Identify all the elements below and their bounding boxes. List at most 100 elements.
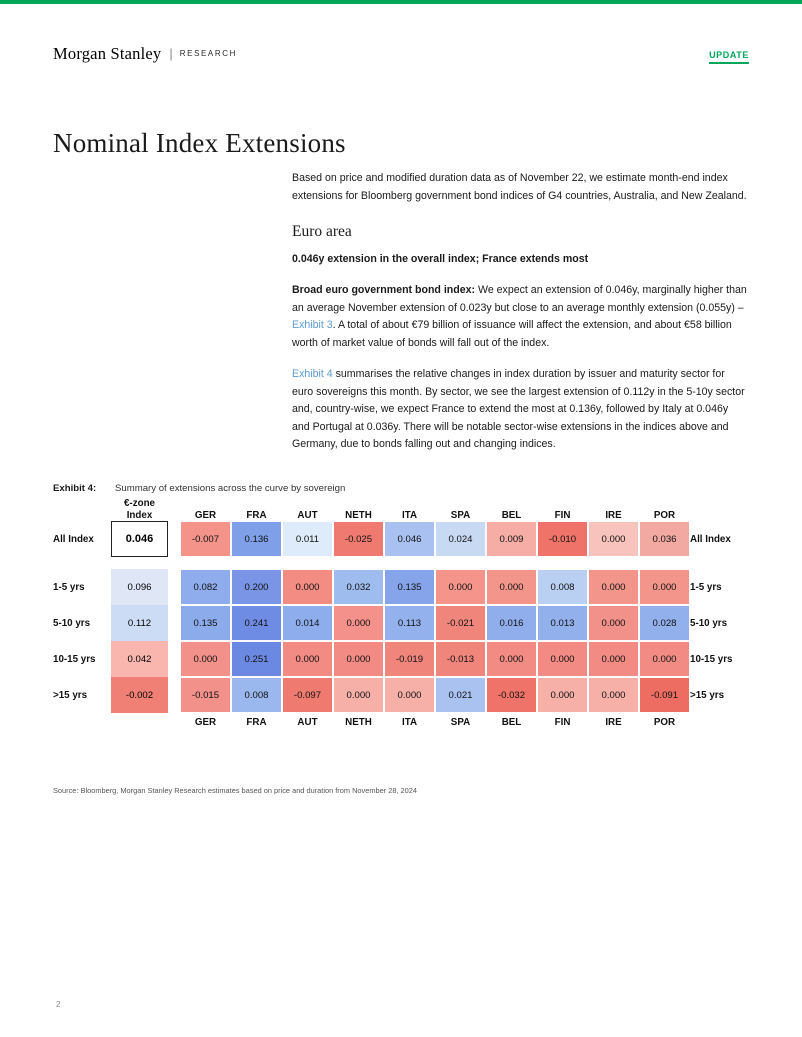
footer-col-fin: FIN [554,717,571,728]
cell-over15-fin: 0.000 [537,677,588,713]
cell-over15-neth: 0.000 [333,677,384,713]
row-gap [168,569,180,605]
footer-col-spa: SPA [450,717,471,728]
row-gap [168,605,180,641]
footer-col-fra: FRA [246,717,267,728]
ezone-header-line2: Index [126,509,153,521]
footer-corner [53,713,111,735]
col-header-ire: IRE [605,510,622,521]
row-label-right-over-15: >15 yrs [690,689,725,701]
cell-all-ger: -0.007 [180,521,231,557]
logo-separator: | [169,45,173,61]
top-accent-bar [0,0,802,4]
cell-5-10-ita: 0.113 [384,605,435,641]
row-label-right-10-15: 10-15 yrs [690,653,733,665]
footer-col-bel: BEL [501,717,522,728]
exhibit-caption-row: Exhibit 4: Summary of extensions across t… [53,483,345,494]
paragraph-lead: Broad euro government bond index: [292,284,476,296]
exhibit-3-link[interactable]: Exhibit 3 [292,319,333,331]
extensions-heatmap-table: €-zone Index GER FRA AUT NETH ITA SPA BE… [53,498,733,735]
ezone-value-5-10: 0.112 [111,605,168,641]
col-header-ita: ITA [401,510,418,521]
cell-10-15-spa: -0.013 [435,641,486,677]
cell-over15-por: -0.091 [639,677,690,713]
table-footer-row: GER FRA AUT NETH ITA SPA BEL FIN IRE POR [53,713,733,735]
row-label-all-index: All Index [53,533,94,545]
col-header-spa: SPA [450,510,471,521]
source-note: Source: Bloomberg, Morgan Stanley Resear… [53,786,417,795]
footer-col-ire: IRE [605,717,622,728]
morgan-stanley-logo: Morgan Stanley [53,44,162,63]
table-row: 1-5 yrs 0.096 0.082 0.200 0.000 0.032 0.… [53,569,733,605]
footer-gap [168,713,180,735]
footer-col-ita: ITA [401,717,418,728]
cell-all-fin: -0.010 [537,521,588,557]
document-page: Morgan Stanley | RESEARCH UPDATE Nominal I… [0,0,802,1037]
cell-all-ita: 0.046 [384,521,435,557]
cell-all-spa: 0.024 [435,521,486,557]
cell-10-15-bel: 0.000 [486,641,537,677]
cell-over15-bel: -0.032 [486,677,537,713]
ezone-index-header: €-zone Index [111,498,168,521]
cell-5-10-aut: 0.014 [282,605,333,641]
cell-5-10-por: 0.028 [639,605,690,641]
col-header-por: POR [653,510,676,521]
heatmap-table-wrap: €-zone Index GER FRA AUT NETH ITA SPA BE… [53,498,753,735]
cell-over15-ger: -0.015 [180,677,231,713]
table-header-row: €-zone Index GER FRA AUT NETH ITA SPA BE… [53,498,733,521]
update-badge: UPDATE [709,50,749,64]
ezone-value-all-index: 0.046 [111,521,168,557]
header-right-corner [690,498,733,521]
footer-col-ger: GER [194,717,217,728]
footer-right-corner [690,713,733,735]
cell-1-5-aut: 0.000 [282,569,333,605]
cell-over15-aut: -0.097 [282,677,333,713]
table-row: 10-15 yrs 0.042 0.000 0.251 0.000 0.000 … [53,641,733,677]
row-label-right-5-10: 5-10 yrs [690,617,728,629]
cell-1-5-neth: 0.032 [333,569,384,605]
ezone-value-over-15: -0.002 [111,677,168,713]
col-header-bel: BEL [501,510,522,521]
ezone-header-line1: €-zone [123,498,156,509]
cell-10-15-ger: 0.000 [180,641,231,677]
cell-5-10-fin: 0.013 [537,605,588,641]
cell-all-aut: 0.011 [282,521,333,557]
paragraph-broad-euro: Broad euro government bond index: We exp… [292,282,747,352]
cell-10-15-ire: 0.000 [588,641,639,677]
row-gap [168,641,180,677]
cell-10-15-ita: -0.019 [384,641,435,677]
section-heading-euro-area: Euro area [292,223,352,240]
page-number: 2 [56,1000,61,1009]
row-label-10-15: 10-15 yrs [53,653,96,665]
cell-5-10-bel: 0.016 [486,605,537,641]
cell-over15-ire: 0.000 [588,677,639,713]
col-header-ger: GER [194,510,217,521]
cell-1-5-ita: 0.135 [384,569,435,605]
table-row: All Index 0.046 -0.007 0.136 0.011 -0.02… [53,521,733,557]
body-column: Based on price and modified duration dat… [292,170,747,468]
col-header-fin: FIN [554,510,571,521]
cell-all-neth: -0.025 [333,521,384,557]
row-gap [168,677,180,713]
table-row: 5-10 yrs 0.112 0.135 0.241 0.014 0.000 0… [53,605,733,641]
cell-all-fra: 0.136 [231,521,282,557]
cell-over15-spa: 0.021 [435,677,486,713]
cell-5-10-fra: 0.241 [231,605,282,641]
cell-10-15-aut: 0.000 [282,641,333,677]
exhibit-4-link[interactable]: Exhibit 4 [292,368,333,380]
cell-1-5-fra: 0.200 [231,569,282,605]
cell-all-ire: 0.000 [588,521,639,557]
cell-1-5-bel: 0.000 [486,569,537,605]
page-header: Morgan Stanley | RESEARCH UPDATE [53,44,749,78]
cell-10-15-neth: 0.000 [333,641,384,677]
intro-paragraph: Based on price and modified duration dat… [292,172,747,202]
page-title: Nominal Index Extensions [53,128,346,159]
row-gap [168,521,180,557]
cell-all-bel: 0.009 [486,521,537,557]
cell-1-5-fin: 0.008 [537,569,588,605]
cell-all-por: 0.036 [639,521,690,557]
cell-1-5-ire: 0.000 [588,569,639,605]
cell-1-5-ger: 0.082 [180,569,231,605]
cell-10-15-por: 0.000 [639,641,690,677]
cell-10-15-fra: 0.251 [231,641,282,677]
